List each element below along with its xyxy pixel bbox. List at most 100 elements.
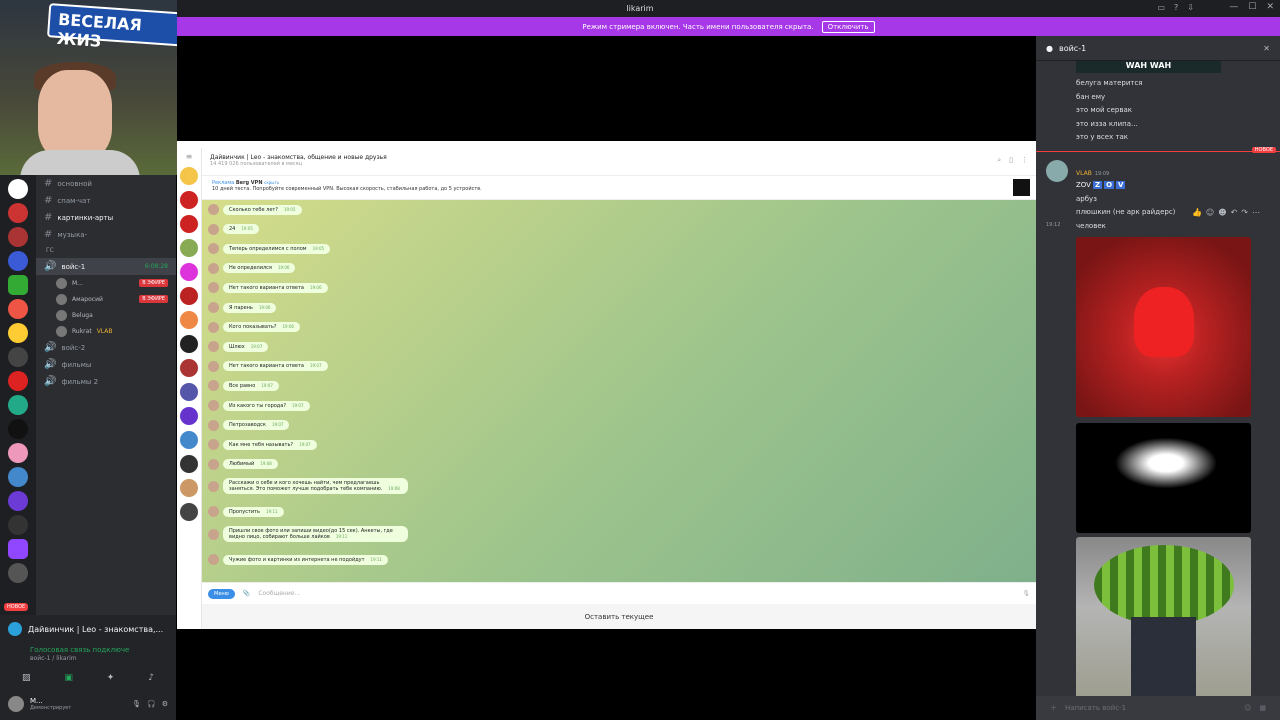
screen-share-icon[interactable]: ▣ <box>64 673 73 683</box>
voice-chat-input[interactable]: Написать войс-1 <box>1065 704 1126 712</box>
server-icon[interactable] <box>8 395 28 415</box>
telegram-message[interactable]: Сколько тебе лет? 19:05 <box>208 204 302 215</box>
emoji-icon[interactable]: ☺ <box>1244 704 1251 712</box>
activities-icon[interactable]: ✦ <box>107 673 115 683</box>
server-icon[interactable] <box>8 347 28 367</box>
telegram-message[interactable]: Шлюх 19:07 <box>208 341 269 353</box>
reply-icon[interactable]: ↶ <box>1231 208 1238 217</box>
server-icon[interactable] <box>8 251 28 271</box>
server-icon[interactable] <box>8 203 28 223</box>
server-icon[interactable] <box>8 323 28 343</box>
headset-icon[interactable]: 🎧 <box>147 700 156 708</box>
telegram-message[interactable]: 24 19:05 <box>208 223 259 235</box>
telegram-message[interactable]: Как мне тебя называть? 19:07 <box>208 439 317 451</box>
voice-channel-active[interactable]: 🔊 войс-1 6:08:28 <box>36 258 176 275</box>
telegram-message[interactable]: Любимый 19:08 <box>208 458 278 470</box>
server-icon[interactable] <box>8 299 28 319</box>
add-reaction-icon[interactable]: ☻ <box>1218 208 1226 217</box>
avatar[interactable] <box>1046 159 1068 182</box>
telegram-message[interactable]: Из какого ты города? 19:07 <box>208 400 310 411</box>
telegram-message[interactable]: Не определился 19:06 <box>208 262 296 274</box>
voice-user[interactable]: Амаросий В ЭФИРЕ <box>36 291 176 307</box>
menu-button[interactable]: Меню <box>208 588 235 599</box>
telegram-message[interactable]: Расскажи о себе и кого хочешь найти, чем… <box>208 478 408 495</box>
thumbs-up-icon[interactable]: 👍 <box>1192 208 1202 217</box>
watermelon-man-image[interactable] <box>1076 537 1251 712</box>
telegram-message[interactable]: Все равно 19:07 <box>208 380 279 392</box>
sponsored-banner[interactable]: Реклама Berg VPN скрыть 10 дней теста. П… <box>202 176 1036 200</box>
bw-image[interactable] <box>1076 423 1251 533</box>
soundboard-icon[interactable]: ♪ <box>148 673 154 683</box>
telegram-message[interactable]: Кого показывать? 19:06 <box>208 321 300 333</box>
disable-streamer-button[interactable]: Отключить <box>821 20 875 33</box>
mic-icon[interactable]: 🎙 <box>132 700 141 708</box>
telegram-message[interactable]: Чужие фото и картинки из интернета не по… <box>208 554 389 565</box>
chat-avatar[interactable] <box>180 359 198 377</box>
twitch-icon[interactable] <box>8 539 28 559</box>
sidebar-icon[interactable]: ▯ <box>1009 156 1013 165</box>
attach-icon[interactable]: 📎 <box>243 590 250 597</box>
chat-avatar[interactable] <box>180 287 198 305</box>
chat-avatar[interactable] <box>180 383 198 401</box>
telegram-message[interactable]: Нет такого варианта ответа 19:06 <box>208 282 328 294</box>
telegram-message[interactable]: Пришли свое фото или запиши видео(до 15 … <box>208 526 408 542</box>
voice-channel[interactable]: 🔊 фильмы <box>36 356 176 373</box>
category-gs[interactable]: ГС <box>36 243 176 258</box>
close-window-icon[interactable]: ✕ <box>1266 2 1274 12</box>
telegram-message[interactable]: Теперь определимся с полом 19:05 <box>208 243 331 255</box>
server-icon[interactable] <box>8 275 28 295</box>
chat-avatar[interactable] <box>180 167 198 185</box>
voice-user[interactable]: Rukrat VLAB <box>36 323 176 339</box>
activity-row[interactable]: Дайвинчик | Leo - знакомства,... <box>0 615 176 643</box>
chat-avatar[interactable] <box>180 239 198 257</box>
hamburger-icon[interactable]: ≡ <box>177 148 201 161</box>
minimize-icon[interactable]: — <box>1229 2 1238 12</box>
chat-title[interactable]: Дайвинчик | Leo - знакомства, общение и … <box>210 154 1028 161</box>
chat-avatar[interactable] <box>180 407 198 425</box>
ad-hide[interactable]: скрыть <box>264 180 279 185</box>
server-icon[interactable] <box>8 371 28 391</box>
voice-user[interactable]: М... В ЭФИРЕ <box>36 275 176 291</box>
server-icon[interactable] <box>8 227 28 247</box>
channel-item[interactable]: # спам-чат <box>36 192 176 209</box>
chat-avatar[interactable] <box>180 215 198 233</box>
download-icon[interactable]: ⇩ <box>1187 3 1194 12</box>
inbox-icon[interactable]: ▭ <box>1157 3 1165 12</box>
mic-icon[interactable]: 🎙 <box>1022 590 1030 597</box>
voice-channel[interactable]: 🔊 фильмы 2 <box>36 373 176 390</box>
keep-current-button[interactable]: Оставить текущее <box>202 604 1036 629</box>
red-figure-image[interactable] <box>1076 237 1251 417</box>
close-icon[interactable]: ✕ <box>1263 44 1270 53</box>
server-icon[interactable] <box>8 179 28 199</box>
video-off-icon[interactable]: ▨ <box>22 673 31 683</box>
chat-avatar[interactable] <box>180 503 198 521</box>
reaction-icon[interactable]: ☺ <box>1206 208 1214 217</box>
settings-icon[interactable]: ⚙ <box>162 700 168 708</box>
voice-channel[interactable]: 🔊 войс-2 <box>36 339 176 356</box>
help-icon[interactable]: ? <box>1174 3 1178 12</box>
channel-item[interactable]: # картинки-арты <box>36 209 176 226</box>
server-icon[interactable] <box>8 563 28 583</box>
voice-user[interactable]: Beluga <box>36 307 176 323</box>
maximize-icon[interactable]: ☐ <box>1248 2 1256 12</box>
telegram-message[interactable]: Пропустить 19:11 <box>208 506 284 518</box>
server-icon[interactable] <box>8 491 28 511</box>
server-icon[interactable] <box>8 443 28 463</box>
server-icon[interactable] <box>8 467 28 487</box>
channel-item[interactable]: # основной <box>36 175 176 192</box>
chat-avatar[interactable] <box>180 263 198 281</box>
server-icon[interactable] <box>8 419 28 439</box>
chat-avatar[interactable] <box>180 479 198 497</box>
apps-icon[interactable]: ▦ <box>1259 704 1266 712</box>
telegram-message[interactable]: Петрозаводск 19:07 <box>208 419 290 431</box>
telegram-message[interactable]: Нет такого варианта ответа 19:07 <box>208 360 328 372</box>
chat-avatar[interactable] <box>180 431 198 449</box>
server-icon[interactable] <box>8 515 28 535</box>
telegram-message[interactable]: Я парень 19:06 <box>208 302 277 313</box>
chat-avatar[interactable] <box>180 311 198 329</box>
chat-avatar[interactable] <box>180 455 198 473</box>
search-icon[interactable]: ⌕ <box>997 156 1001 165</box>
plus-icon[interactable]: ＋ <box>1050 703 1057 713</box>
user-row[interactable]: М... Демонстрирует 🎙 🎧 ⚙ <box>0 691 176 717</box>
forward-icon[interactable]: ↷ <box>1241 208 1248 217</box>
